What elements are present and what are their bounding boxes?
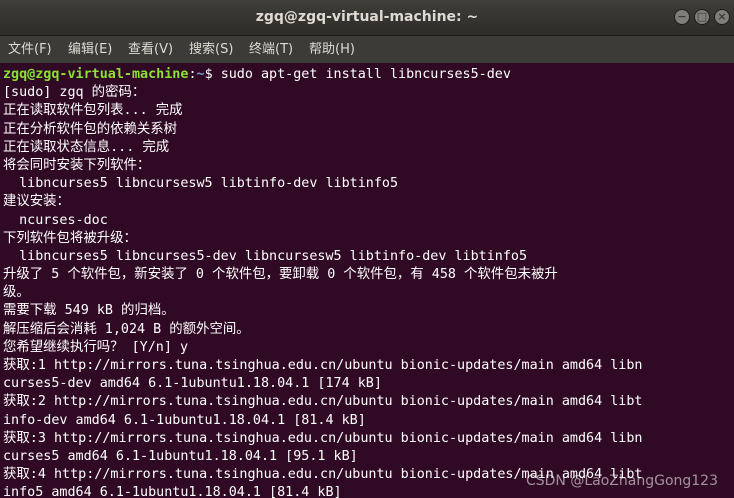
output-lines: [sudo] zgq 的密码： 正在读取软件包列表... 完成 正在分析软件包的依赖…: [3, 84, 734, 498]
terminal-line: 解压缩后会消耗 1,024 B 的额外空间。: [3, 321, 250, 337]
prompt-path: ~: [196, 67, 205, 82]
minimize-icon[interactable]: −: [674, 9, 690, 25]
terminal-line: 获取:1 http://mirrors.tuna.tsinghua.edu.cn…: [3, 358, 643, 373]
prompt-user-host: zgq@zgq-virtual-machine: [3, 67, 189, 82]
terminal-line: 需要下载 549 kB 的归档。: [3, 303, 175, 319]
terminal-line: 正在读取软件包列表... 完成: [3, 103, 183, 119]
window-title: zgq@zgq-virtual-machine: ~: [255, 9, 479, 25]
terminal-line: 正在分析软件包的依赖关系树: [3, 121, 178, 137]
watermark: CSDN @LaoZhangGong123: [525, 473, 718, 489]
terminal-line: 获取:3 http://mirrors.tuna.tsinghua.edu.cn…: [3, 430, 643, 446]
terminal-line: libncurses5 libncursesw5 libtinfo-dev li…: [3, 176, 399, 192]
menu-terminal[interactable]: 终端(T): [249, 42, 293, 57]
menu-view[interactable]: 查看(V): [128, 42, 173, 57]
terminal-line: 下列软件包将被升级：: [3, 230, 137, 246]
terminal-line: 将会同时安装下列软件：: [3, 157, 151, 173]
terminal-line: ncurses-doc: [3, 212, 108, 228]
terminal-line: 级。: [3, 285, 30, 301]
menu-edit[interactable]: 编辑(E): [68, 42, 112, 57]
menu-bar: 文件(F) 编辑(E) 查看(V) 搜索(S) 终端(T) 帮助(H): [0, 36, 734, 63]
prompt-line: zgq@zgq-virtual-machine:~$ sudo apt-get …: [3, 66, 734, 84]
terminal-line: curses5 amd64 6.1-1ubuntu1.18.04.1 [95.1…: [3, 448, 358, 464]
terminal-line: 升级了 5 个软件包，新安装了 0 个软件包，要卸载 0 个软件包，有 458 …: [3, 267, 558, 283]
terminal-line: 获取:2 http://mirrors.tuna.tsinghua.edu.cn…: [3, 394, 643, 410]
terminal-line: [sudo] zgq 的密码：: [3, 85, 146, 101]
terminal-line: 正在读取状态信息... 完成: [3, 139, 170, 155]
terminal-line: 您希望继续执行吗？ [Y/n] y: [3, 339, 189, 355]
menu-help[interactable]: 帮助(H): [309, 42, 355, 57]
terminal-line: curses5-dev amd64 6.1-1ubuntu1.18.04.1 […: [3, 376, 382, 392]
menu-file[interactable]: 文件(F): [8, 42, 52, 57]
terminal-output[interactable]: zgq@zgq-virtual-machine:~$ sudo apt-get …: [0, 63, 734, 498]
command-text: sudo apt-get install libncurses5-dev: [220, 67, 511, 82]
terminal-line: info-dev amd64 6.1-1ubuntu1.18.04.1 [81.…: [3, 412, 366, 428]
terminal-line: 建议安装：: [3, 194, 70, 210]
title-bar[interactable]: zgq@zgq-virtual-machine: ~ − □ ×: [0, 0, 734, 36]
menu-search[interactable]: 搜索(S): [189, 42, 233, 57]
prompt-symbol: $: [204, 67, 221, 82]
prompt-separator: :: [188, 67, 197, 82]
terminal-window: zgq@zgq-virtual-machine: ~ − □ × 文件(F) 编…: [0, 0, 734, 498]
maximize-icon[interactable]: □: [694, 9, 710, 25]
terminal-line: libncurses5 libncurses5-dev libncursesw5…: [3, 248, 528, 264]
close-icon[interactable]: ×: [714, 9, 730, 25]
